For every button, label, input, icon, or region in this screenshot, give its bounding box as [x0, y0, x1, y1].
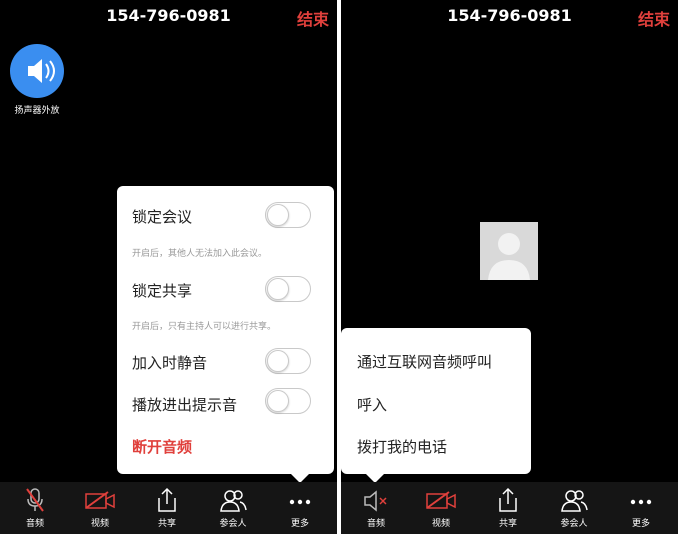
lock-share-hint: 开启后，只有主持人可以进行共享。: [132, 322, 277, 332]
lock-share-toggle[interactable]: [265, 276, 311, 302]
meeting-header: 154-796-0981 结束: [341, 0, 678, 36]
share-button[interactable]: 共享: [137, 482, 197, 534]
more-button[interactable]: 更多: [611, 482, 671, 534]
share-icon: [158, 487, 176, 512]
speaker-label: 扬声器外放: [14, 106, 60, 116]
more-icon: [630, 499, 652, 505]
participants-button[interactable]: 参会人: [203, 482, 263, 534]
call-in-option[interactable]: 呼入: [357, 394, 387, 415]
audio-label: 音频: [366, 519, 385, 529]
video-label: 视频: [90, 519, 109, 529]
join-leave-sound-label: 播放进出提示音: [132, 396, 238, 414]
participants-icon: [561, 490, 588, 512]
toggle-knob: [267, 350, 289, 372]
lock-meeting-toggle[interactable]: [265, 202, 311, 228]
right-phone-screen: 154-796-0981 结束 通过互联网音频呼叫 呼入 拨打我的电话 音频 视…: [341, 0, 678, 534]
internet-audio-call-option[interactable]: 通过互联网音频呼叫: [357, 351, 492, 372]
more-label: 更多: [290, 519, 309, 529]
participant-avatar: [480, 222, 538, 280]
audio-label: 音频: [25, 519, 44, 529]
speaker-off-icon: [364, 490, 387, 512]
audio-button[interactable]: 音频: [5, 482, 65, 534]
meeting-toolbar: 音频 视频 共享 参会人 更多: [341, 482, 678, 534]
lock-share-label: 锁定共享: [132, 282, 193, 300]
lock-meeting-label: 锁定会议: [132, 208, 193, 226]
meeting-toolbar: 音频 视频 共享 参会人 更多: [0, 482, 337, 534]
call-me-option[interactable]: 拨打我的电话: [357, 436, 447, 457]
share-button[interactable]: 共享: [478, 482, 538, 534]
lock-meeting-hint: 开启后，其他人无法加入此会议。: [132, 249, 268, 259]
toggle-knob: [267, 204, 289, 226]
share-label: 共享: [157, 519, 176, 529]
camera-off-icon: [85, 491, 115, 509]
left-phone-screen: 154-796-0981 结束 扬声器外放 锁定会议 开启后，其他人无法加入此会…: [0, 0, 337, 534]
end-meeting-button[interactable]: 结束: [638, 6, 670, 30]
audio-connect-menu: 通过互联网音频呼叫 呼入 拨打我的电话: [341, 328, 531, 483]
more-button[interactable]: 更多: [270, 482, 330, 534]
participants-label: 参会人: [219, 519, 247, 529]
mute-on-join-toggle[interactable]: [265, 348, 311, 374]
mute-on-join-label: 加入时静音: [132, 354, 208, 372]
user-silhouette-icon: [480, 222, 538, 280]
share-label: 共享: [498, 519, 517, 529]
meeting-settings-popup: 锁定会议 开启后，其他人无法加入此会议。 锁定共享 开启后，只有主持人可以进行共…: [117, 186, 334, 483]
more-label: 更多: [631, 519, 650, 529]
end-meeting-button[interactable]: 结束: [297, 6, 329, 30]
participants-icon: [220, 490, 247, 512]
meeting-number: 154-796-0981: [106, 6, 231, 25]
video-button[interactable]: 视频: [411, 482, 471, 534]
disconnect-audio-button[interactable]: 断开音频: [132, 436, 192, 457]
camera-off-icon: [426, 491, 456, 509]
speaker-button[interactable]: [10, 44, 64, 98]
audio-button[interactable]: 音频: [346, 482, 406, 534]
join-leave-sound-toggle[interactable]: [265, 388, 311, 414]
mic-muted-icon: [26, 488, 44, 512]
more-icon: [289, 499, 311, 505]
share-icon: [499, 487, 517, 512]
video-label: 视频: [431, 519, 450, 529]
speaker-icon: [28, 59, 55, 83]
toggle-knob: [267, 278, 289, 300]
participants-button[interactable]: 参会人: [544, 482, 604, 534]
participants-label: 参会人: [560, 519, 588, 529]
meeting-header: 154-796-0981 结束: [0, 0, 337, 36]
meeting-number: 154-796-0981: [447, 6, 572, 25]
toggle-knob: [267, 390, 289, 412]
video-button[interactable]: 视频: [70, 482, 130, 534]
